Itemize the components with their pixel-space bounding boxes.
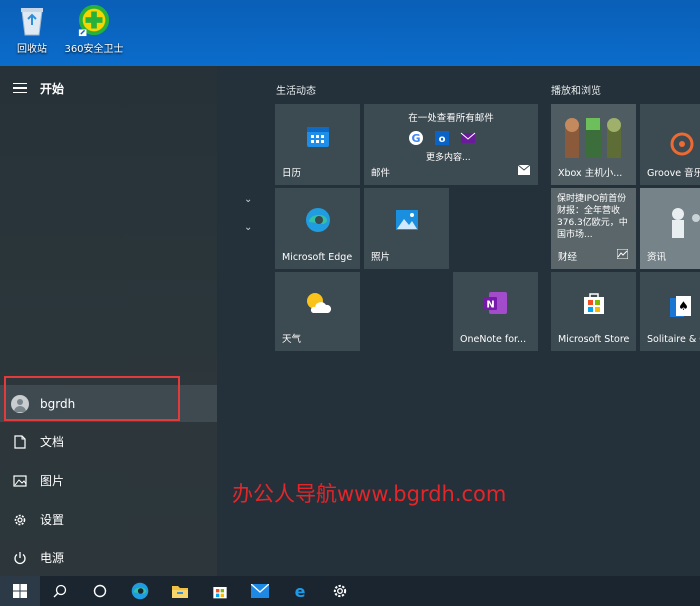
edge-icon: [305, 207, 331, 237]
document-icon: [0, 434, 40, 449]
mail-header: 在一处查看所有邮件: [408, 113, 494, 124]
start-rail: 开始 bgrdh 文档 图片 设置 电源: [0, 66, 217, 576]
svg-text:N: N: [486, 300, 494, 311]
recycle-bin-icon: [15, 2, 49, 38]
weather-icon: [304, 291, 332, 319]
group-label-life: 生活动态: [276, 86, 316, 97]
expand-chevron-icon[interactable]: ⌄: [244, 222, 252, 233]
groove-music-icon: [670, 132, 694, 160]
svg-text:G: G: [411, 132, 420, 145]
taskbar: e: [0, 576, 700, 606]
rail-item-documents[interactable]: 文档: [0, 423, 217, 460]
file-explorer-icon[interactable]: [160, 576, 200, 606]
settings-icon[interactable]: [320, 576, 360, 606]
power-icon: [0, 551, 40, 565]
tile-weather[interactable]: 天气: [275, 272, 360, 351]
envelope-purple-icon: [460, 130, 476, 150]
tile-mail[interactable]: 在一处查看所有邮件 G o 更多内容... 邮件: [364, 104, 538, 185]
edge-icon[interactable]: [120, 576, 160, 606]
news-image-icon: [650, 198, 700, 246]
rail-item-power[interactable]: 电源: [0, 539, 217, 576]
finance-headline: 保时捷IPO前首份财报：全年营收376.3亿欧元，中国市场...: [557, 194, 628, 240]
svg-text:e: e: [295, 583, 306, 599]
outlook-icon: o: [434, 130, 450, 150]
tile-groove[interactable]: Groove 音乐: [640, 104, 700, 185]
onenote-icon: N: [483, 290, 509, 320]
desktop-recycle-bin[interactable]: 回收站: [2, 2, 62, 60]
mail-more: 更多内容...: [426, 153, 471, 163]
start-title: 开始: [40, 81, 65, 96]
ie-icon[interactable]: e: [280, 576, 320, 606]
store-icon[interactable]: [200, 576, 240, 606]
mail-icon[interactable]: [240, 576, 280, 606]
task-view-icon[interactable]: [80, 576, 120, 606]
user-account[interactable]: bgrdh: [0, 385, 217, 422]
calendar-icon: [306, 124, 330, 152]
svg-text:o: o: [439, 134, 446, 145]
desktop: 回收站 360安全卫士: [0, 0, 700, 66]
tile-store[interactable]: Microsoft Store: [551, 272, 636, 351]
photos-icon: [395, 209, 419, 235]
hamburger-icon[interactable]: [13, 80, 27, 97]
group-label-play: 播放和浏览: [551, 86, 601, 97]
tile-onenote[interactable]: N OneNote for...: [453, 272, 538, 351]
windows-start-icon[interactable]: [0, 576, 40, 606]
mail-services: G o: [408, 130, 476, 150]
user-name: bgrdh: [40, 396, 76, 411]
tile-solitaire[interactable]: ♠ Solitaire & C: [640, 272, 700, 351]
picture-icon: [0, 474, 40, 487]
rail-item-pictures[interactable]: 图片: [0, 462, 217, 499]
mail-badge-icon: [517, 160, 531, 179]
user-avatar-icon: [11, 394, 29, 413]
tile-edge[interactable]: Microsoft Edge: [275, 188, 360, 269]
tile-xbox[interactable]: Xbox 主机小...: [551, 104, 636, 185]
xbox-characters-icon: [557, 116, 631, 170]
collapse-chevron-icon[interactable]: ⌄: [244, 194, 252, 205]
svg-text:♠: ♠: [678, 299, 689, 313]
chart-badge-icon: [616, 244, 629, 263]
tile-calendar[interactable]: 日历: [275, 104, 360, 185]
watermark-text: 办公人导航www.bgrdh.com: [232, 482, 507, 506]
search-icon[interactable]: [40, 576, 80, 606]
desktop-360-security[interactable]: 360安全卫士: [64, 2, 124, 60]
solitaire-cards-icon: ♠: [668, 294, 694, 324]
google-icon: G: [408, 130, 424, 150]
store-icon: [582, 291, 606, 319]
rail-item-settings[interactable]: 设置: [0, 501, 217, 538]
gear-icon: [0, 513, 40, 527]
start-header: 开始: [0, 74, 217, 102]
360-shield-icon: [77, 2, 111, 38]
tile-news[interactable]: 资讯: [640, 188, 700, 269]
tile-photos[interactable]: 照片: [364, 188, 449, 269]
tile-finance[interactable]: 保时捷IPO前首份财报：全年营收376.3亿欧元，中国市场... 财经: [551, 188, 636, 269]
